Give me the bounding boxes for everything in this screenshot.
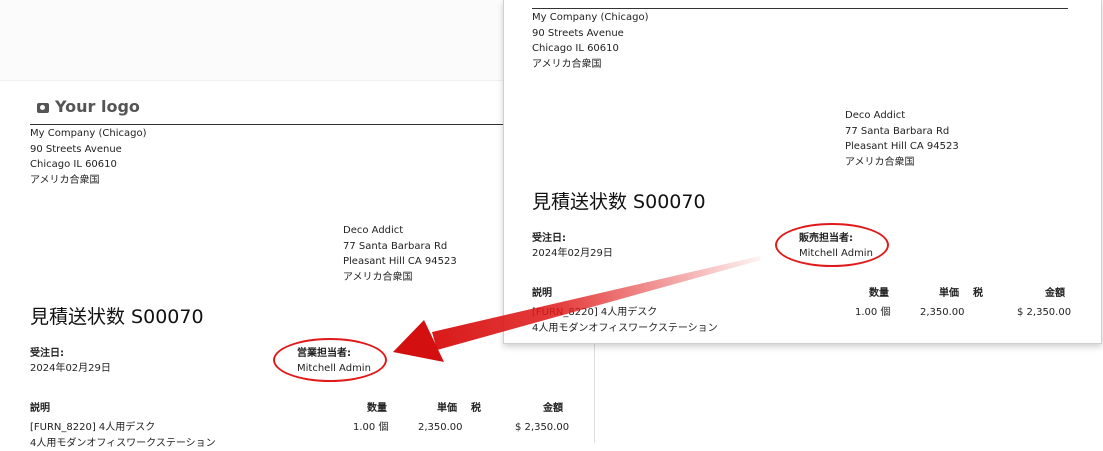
arrow-shape <box>432 256 761 350</box>
callout-arrow <box>393 256 761 362</box>
